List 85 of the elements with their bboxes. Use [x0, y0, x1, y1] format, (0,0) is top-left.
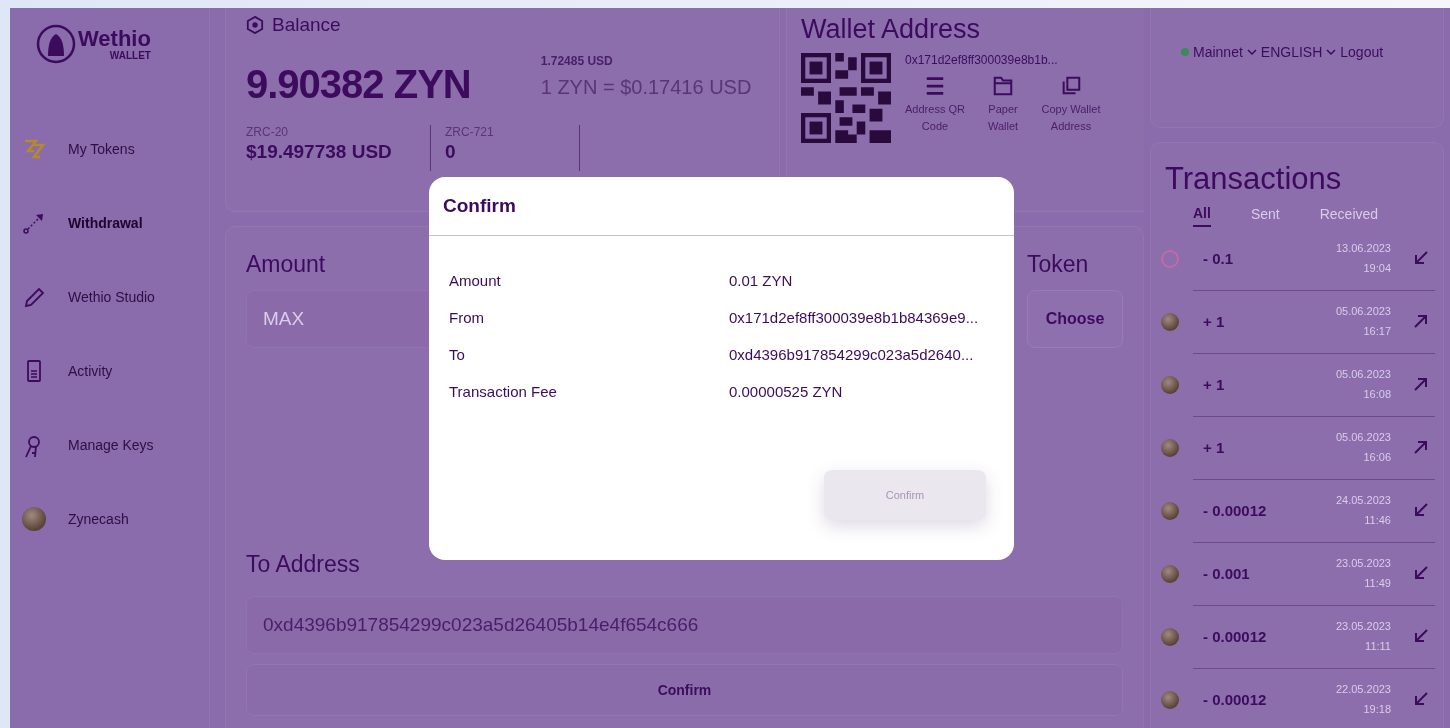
- coin-icon: [1161, 312, 1179, 331]
- detail-label: Transaction Fee: [449, 383, 558, 400]
- coin-icon: [1161, 375, 1179, 394]
- logo-subtitle: WALLET: [109, 49, 151, 61]
- pencil-icon: [22, 285, 46, 309]
- transactions-tab[interactable]: All: [1193, 205, 1211, 227]
- transaction-date: 24.05.2023: [1335, 494, 1391, 506]
- network-status-dot: [1181, 48, 1189, 56]
- transaction-time: 19:18: [1363, 703, 1391, 715]
- sidebar-item[interactable]: Manage Keys: [22, 408, 209, 482]
- transaction-date: 05.06.2023: [1335, 368, 1391, 380]
- transaction-date: 22.05.2023: [1335, 683, 1391, 695]
- wallet-action[interactable]: Copy Wallet Address: [1041, 75, 1101, 134]
- transaction-amount: - 0.00012: [1203, 627, 1268, 645]
- language-dropdown[interactable]: ENGLISH: [1260, 44, 1323, 60]
- choose-button[interactable]: Choose: [1027, 290, 1123, 348]
- transactions-tab[interactable]: Sent: [1250, 205, 1280, 227]
- transactions-title: Transactions: [1165, 161, 1343, 197]
- token-outline-icon: [1161, 249, 1179, 268]
- sidebar-item[interactable]: Zynecash: [22, 482, 209, 556]
- coin-icon: [1161, 690, 1179, 709]
- wallet-action[interactable]: Address QR Code: [905, 75, 965, 134]
- transaction-date: 23.05.2023: [1335, 557, 1391, 569]
- transaction-time: 11:49: [1364, 577, 1391, 589]
- coin-icon: [1161, 564, 1179, 583]
- transaction-date: 23.05.2023: [1335, 620, 1391, 632]
- sidebar-item[interactable]: Activity: [22, 334, 209, 408]
- coin-icon: [1161, 438, 1179, 457]
- transaction-time: 11:11: [1365, 640, 1391, 652]
- transaction-amount: - 0.00012: [1203, 690, 1268, 708]
- sidebar-item[interactable]: Wethio Studio: [22, 260, 209, 334]
- detail-value: 0.00000525 ZYN: [729, 383, 843, 400]
- usd-value: 1.72485 USD: [540, 54, 614, 68]
- chevron-down-icon: [1246, 49, 1257, 55]
- sidebar-item[interactable]: Withdrawal: [22, 186, 209, 260]
- lines-icon: [924, 75, 946, 97]
- detail-value: 0xd4396b917854299c023a5d2640...: [729, 346, 974, 363]
- detail-label: From: [449, 309, 485, 326]
- chevron-down-icon: [1326, 49, 1337, 55]
- token-label: Token: [1027, 251, 1090, 278]
- detail-value: 0x171d2ef8ff300039e8b1b84369e9...: [729, 309, 979, 326]
- coin-icon: [22, 507, 46, 531]
- transaction-date: 05.06.2023: [1335, 431, 1391, 443]
- token-standard: ZRC-721: [445, 125, 495, 139]
- dotted-arrow-icon: [22, 211, 46, 235]
- token-value: $19.497738 USD: [246, 141, 393, 163]
- coin-icon: [1161, 627, 1179, 646]
- balance-amount: 9.90382 ZYN: [246, 62, 471, 107]
- coin-icon: [1161, 501, 1179, 520]
- dialog-title: Confirm: [443, 195, 516, 217]
- copy-icon: [1060, 75, 1082, 97]
- logo-name: Wethio: [78, 27, 151, 50]
- balance-title: Balance: [272, 14, 341, 36]
- detail-label: Amount: [449, 272, 502, 289]
- transactions-tab[interactable]: Received: [1319, 205, 1379, 227]
- transaction-time: 19:04: [1363, 262, 1391, 274]
- to-address-field[interactable]: 0xd4396b917854299c023a5d26405b14e4f654c666: [246, 596, 1123, 654]
- zz-logo-icon: [22, 137, 46, 161]
- wallet-address: 0x171d2ef8ff300039e8b1b...: [905, 53, 1059, 67]
- transaction-amount: - 0.00012: [1203, 501, 1268, 519]
- transaction-time: 11:46: [1364, 514, 1391, 526]
- network-dropdown[interactable]: Mainnet: [1193, 44, 1243, 60]
- token-value: 0: [445, 141, 457, 163]
- logout-link[interactable]: Logout: [1340, 44, 1384, 60]
- transaction-date: 05.06.2023: [1335, 305, 1391, 317]
- token-standard: ZRC-20: [246, 125, 289, 139]
- transaction-amount: + 1: [1203, 312, 1226, 330]
- wallet-title: Wallet Address: [801, 14, 981, 44]
- transaction-time: 16:17: [1363, 325, 1391, 337]
- sidebar-item[interactable]: My Tokens: [22, 112, 209, 186]
- folder-icon: [992, 75, 1014, 97]
- transaction-date: 13.06.2023: [1335, 242, 1391, 254]
- transaction-amount: - 0.1: [1203, 249, 1234, 267]
- transaction-amount: + 1: [1203, 438, 1226, 456]
- detail-label: To: [449, 346, 466, 363]
- detail-value: 0.01 ZYN: [729, 272, 793, 289]
- transaction-time: 16:08: [1363, 388, 1391, 400]
- confirm-button[interactable]: Confirm: [246, 664, 1123, 716]
- amount-label: Amount: [246, 251, 327, 278]
- transaction-amount: + 1: [1203, 375, 1226, 393]
- to-address-label: To Address: [246, 551, 361, 578]
- transaction-time: 16:06: [1363, 451, 1391, 463]
- wallet-action[interactable]: Paper Wallet: [973, 75, 1033, 134]
- exchange-rate: 1 ZYN = $0.17416 USD: [540, 76, 752, 99]
- transaction-amount: - 0.001: [1203, 564, 1251, 582]
